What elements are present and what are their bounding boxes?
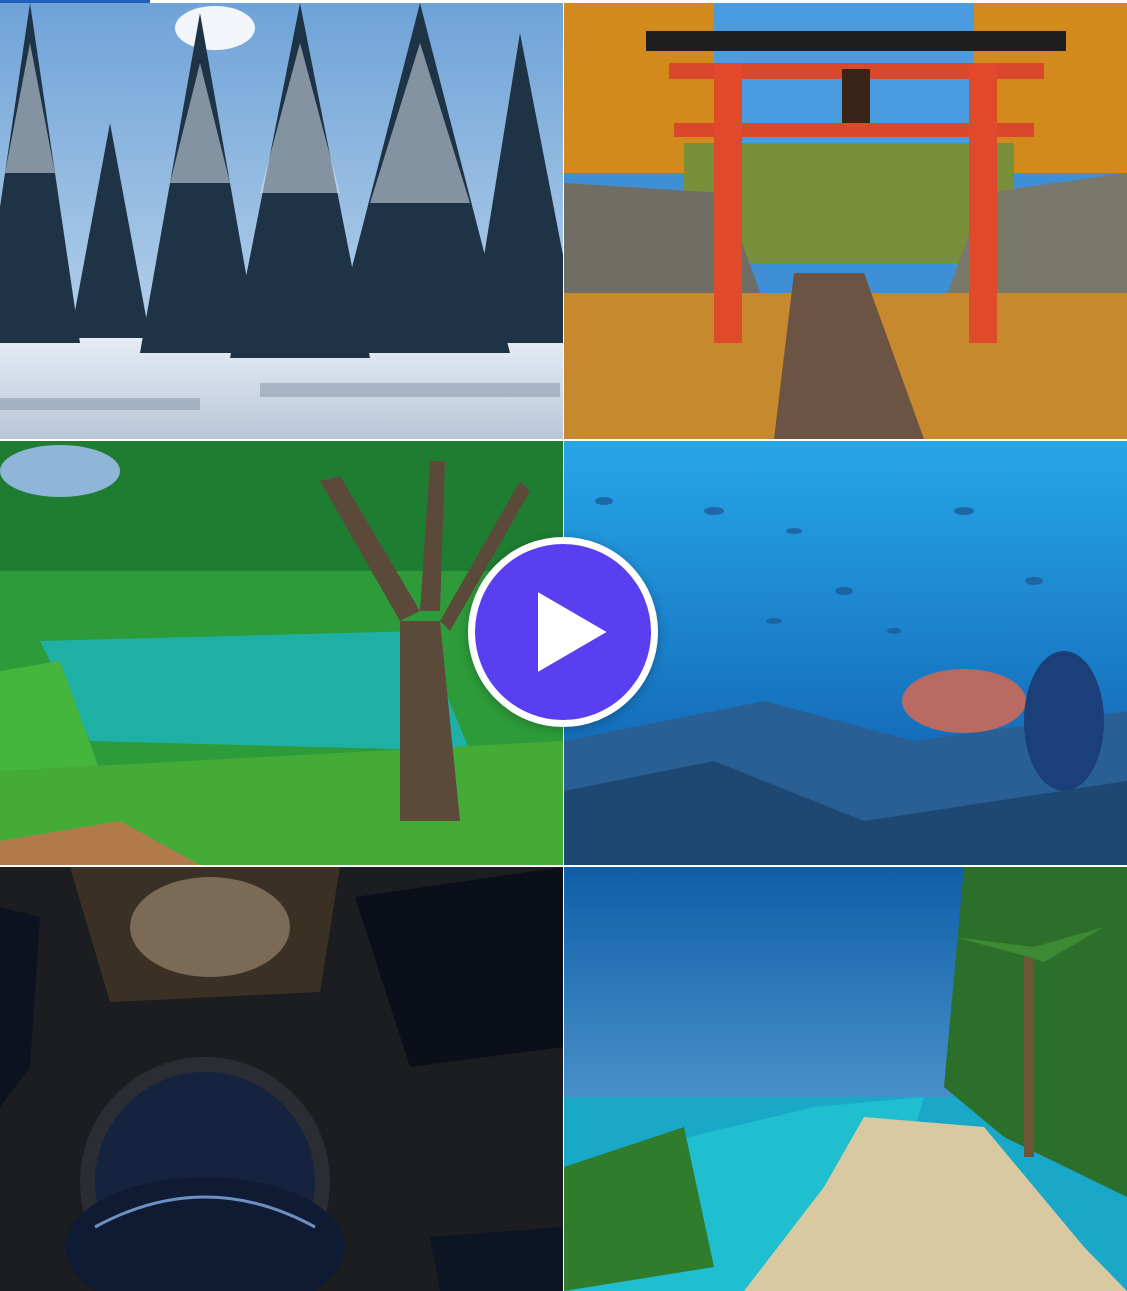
space-station-window-thumbnail[interactable] [0, 867, 563, 1291]
scene-gallery [0, 0, 1127, 1291]
play-button[interactable] [468, 537, 658, 727]
play-icon [537, 592, 607, 672]
snowy-forest-thumbnail[interactable] [0, 3, 563, 439]
autumn-torii-gate-thumbnail[interactable] [564, 3, 1127, 439]
tropical-beach-thumbnail[interactable] [564, 867, 1127, 1291]
